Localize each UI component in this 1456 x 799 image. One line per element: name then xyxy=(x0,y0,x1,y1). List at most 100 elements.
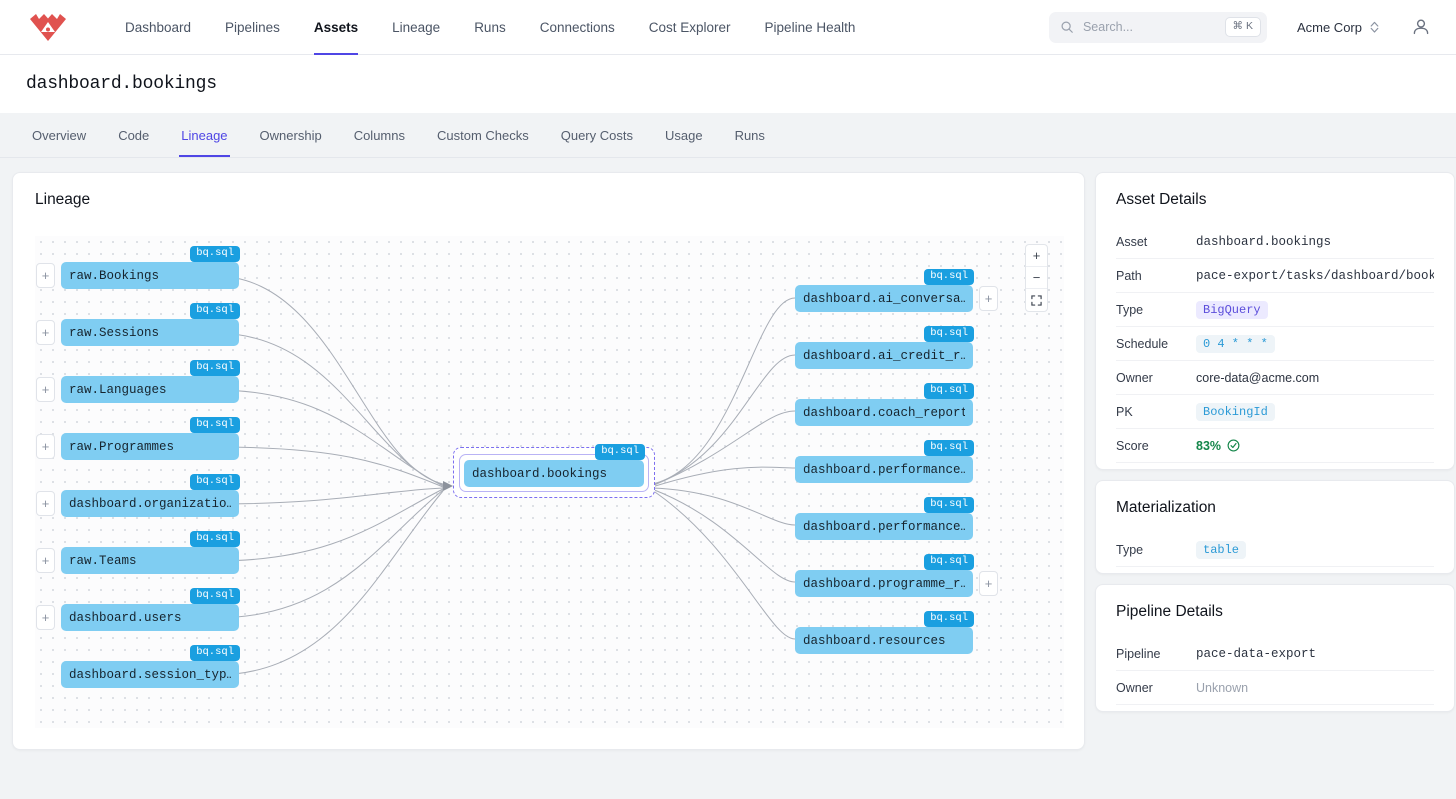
lineage-node-downstream[interactable]: bq.sql dashboard.programme_r… + xyxy=(795,554,998,597)
brand-logo-icon[interactable] xyxy=(26,10,70,44)
search-box[interactable]: Search... ⌘ K xyxy=(1048,11,1267,43)
detail-row-schedule: Schedule 0 4 * * * xyxy=(1116,327,1434,361)
expand-node-button[interactable]: + xyxy=(36,605,55,630)
node-body[interactable]: bq.sql raw.Teams xyxy=(61,531,240,574)
nav-label: Dashboard xyxy=(125,19,192,35)
expand-node-button[interactable]: + xyxy=(36,491,55,516)
tab-overview[interactable]: Overview xyxy=(16,113,102,157)
detail-key: Owner xyxy=(1116,680,1153,695)
nav-label: Lineage xyxy=(392,19,441,35)
node-body[interactable]: bq.sql dashboard.ai_conversa… xyxy=(795,269,974,312)
zoom-out-button[interactable]: − xyxy=(1026,267,1047,289)
expand-node-button[interactable]: + xyxy=(979,571,998,596)
node-label: dashboard.performance… xyxy=(803,462,965,477)
detail-value: pace-export/tasks/dashboard/book: xyxy=(1196,268,1434,283)
expand-node-button[interactable]: + xyxy=(36,320,55,345)
expand-node-button[interactable]: + xyxy=(979,286,998,311)
tab-code[interactable]: Code xyxy=(102,113,165,157)
node-body[interactable]: bq.sql dashboard.coach_report xyxy=(795,383,974,426)
lineage-node-downstream[interactable]: bq.sql dashboard.ai_credit_r… xyxy=(795,326,974,369)
node-body[interactable]: bq.sql dashboard.users xyxy=(61,588,240,631)
detail-key: PK xyxy=(1116,404,1133,419)
lineage-node-upstream[interactable]: + bq.sql dashboard.organizatio… xyxy=(36,474,240,517)
nav-item-connections[interactable]: Connections xyxy=(523,0,632,55)
tab-label: Overview xyxy=(32,127,87,143)
primary-nav: Dashboard Pipelines Assets Lineage Runs … xyxy=(108,0,872,55)
lineage-node-downstream[interactable]: bq.sql dashboard.resources xyxy=(795,611,974,654)
search-input[interactable]: Search... xyxy=(1083,20,1216,34)
org-switcher[interactable]: Acme Corp xyxy=(1297,20,1380,35)
detail-value-wrap: BigQuery xyxy=(1196,300,1268,319)
lineage-node-focus[interactable]: bq.sql dashboard.bookings xyxy=(453,444,655,498)
node-body[interactable]: bq.sql dashboard.resources xyxy=(795,611,974,654)
node-body[interactable]: bq.sql dashboard.performance… xyxy=(795,497,974,540)
schedule-badge: 0 4 * * * xyxy=(1196,334,1275,353)
node-label: raw.Sessions xyxy=(69,325,160,340)
node-body[interactable]: bq.sql raw.Languages xyxy=(61,360,240,403)
lineage-node-downstream[interactable]: bq.sql dashboard.performance… xyxy=(795,497,974,540)
top-bar-right-cluster: Search... ⌘ K Acme Corp xyxy=(1048,11,1432,43)
nav-item-assets[interactable]: Assets xyxy=(297,0,375,55)
node-body[interactable]: bq.sql dashboard.bookings xyxy=(464,444,645,487)
nav-item-cost-explorer[interactable]: Cost Explorer xyxy=(632,0,748,55)
tab-label: Runs xyxy=(734,127,765,143)
user-icon xyxy=(1413,19,1429,35)
lineage-node-upstream[interactable]: + bq.sql raw.Sessions xyxy=(36,303,240,346)
tab-query-costs[interactable]: Query Costs xyxy=(545,113,649,157)
node-type-badge: bq.sql xyxy=(924,440,974,456)
tab-label: Code xyxy=(118,127,150,143)
page-header: dashboard.bookings xyxy=(0,55,1456,113)
zoom-in-button[interactable]: + xyxy=(1026,245,1047,267)
detail-key: Type xyxy=(1116,542,1144,557)
tab-ownership[interactable]: Ownership xyxy=(244,113,338,157)
node-body[interactable]: bq.sql dashboard.performance… xyxy=(795,440,974,483)
tab-custom-checks[interactable]: Custom Checks xyxy=(421,113,545,157)
lineage-node-upstream[interactable]: + bq.sql dashboard.users xyxy=(36,588,240,631)
tab-columns[interactable]: Columns xyxy=(338,113,421,157)
nav-item-lineage[interactable]: Lineage xyxy=(375,0,457,55)
lineage-title: Lineage xyxy=(35,191,91,208)
nav-label: Connections xyxy=(539,19,615,35)
expand-node-button[interactable]: + xyxy=(36,377,55,402)
expand-node-button[interactable]: + xyxy=(36,263,55,288)
user-account-button[interactable] xyxy=(1410,16,1432,38)
lineage-node-downstream[interactable]: bq.sql dashboard.performance… xyxy=(795,440,974,483)
node-body[interactable]: bq.sql dashboard.programme_r… xyxy=(795,554,974,597)
node-label: dashboard.programme_r… xyxy=(803,576,965,591)
node-type-badge: bq.sql xyxy=(924,326,974,342)
node-label: dashboard.resources xyxy=(803,633,946,648)
node-body[interactable]: bq.sql dashboard.session_typ… xyxy=(61,645,240,688)
detail-value: core-data@acme.com xyxy=(1196,370,1320,385)
detail-value-wrap: table xyxy=(1196,540,1247,559)
tab-lineage[interactable]: Lineage xyxy=(165,113,243,157)
node-body[interactable]: bq.sql dashboard.ai_credit_r… xyxy=(795,326,974,369)
pk-badge: BookingId xyxy=(1196,402,1275,421)
detail-row-pipeline-owner: Owner Unknown xyxy=(1116,671,1434,705)
nav-item-pipeline-health[interactable]: Pipeline Health xyxy=(748,0,873,55)
status-badge: 83% xyxy=(1196,439,1240,453)
score-value: 83% xyxy=(1196,438,1222,453)
tab-runs[interactable]: Runs xyxy=(719,113,781,157)
nav-item-pipelines[interactable]: Pipelines xyxy=(208,0,297,55)
lineage-node-downstream[interactable]: bq.sql dashboard.coach_report xyxy=(795,383,974,426)
expand-node-button[interactable]: + xyxy=(36,434,55,459)
node-body[interactable]: bq.sql raw.Programmes xyxy=(61,417,240,460)
lineage-node-upstream[interactable]: bq.sql dashboard.session_typ… xyxy=(61,645,240,688)
node-label: dashboard.coach_report xyxy=(803,405,965,420)
fit-view-button[interactable] xyxy=(1026,289,1047,311)
node-label: dashboard.performance… xyxy=(803,519,965,534)
tab-usage[interactable]: Usage xyxy=(649,113,719,157)
lineage-graph-canvas[interactable]: + bq.sql raw.Bookings + bq.sql raw.Sessi… xyxy=(35,236,1064,728)
lineage-node-downstream[interactable]: bq.sql dashboard.ai_conversa… + xyxy=(795,269,998,312)
node-body[interactable]: bq.sql raw.Sessions xyxy=(61,303,240,346)
lineage-node-upstream[interactable]: + bq.sql raw.Bookings xyxy=(36,246,240,289)
nav-item-dashboard[interactable]: Dashboard xyxy=(108,0,208,55)
nav-item-runs[interactable]: Runs xyxy=(457,0,523,55)
node-body[interactable]: bq.sql dashboard.organizatio… xyxy=(61,474,240,517)
lineage-node-upstream[interactable]: + bq.sql raw.Programmes xyxy=(36,417,240,460)
expand-node-button[interactable]: + xyxy=(36,548,55,573)
lineage-node-upstream[interactable]: + bq.sql raw.Languages xyxy=(36,360,240,403)
lineage-node-upstream[interactable]: + bq.sql raw.Teams xyxy=(36,531,240,574)
pipeline-details-title: Pipeline Details xyxy=(1116,603,1223,620)
node-body[interactable]: bq.sql raw.Bookings xyxy=(61,246,240,289)
